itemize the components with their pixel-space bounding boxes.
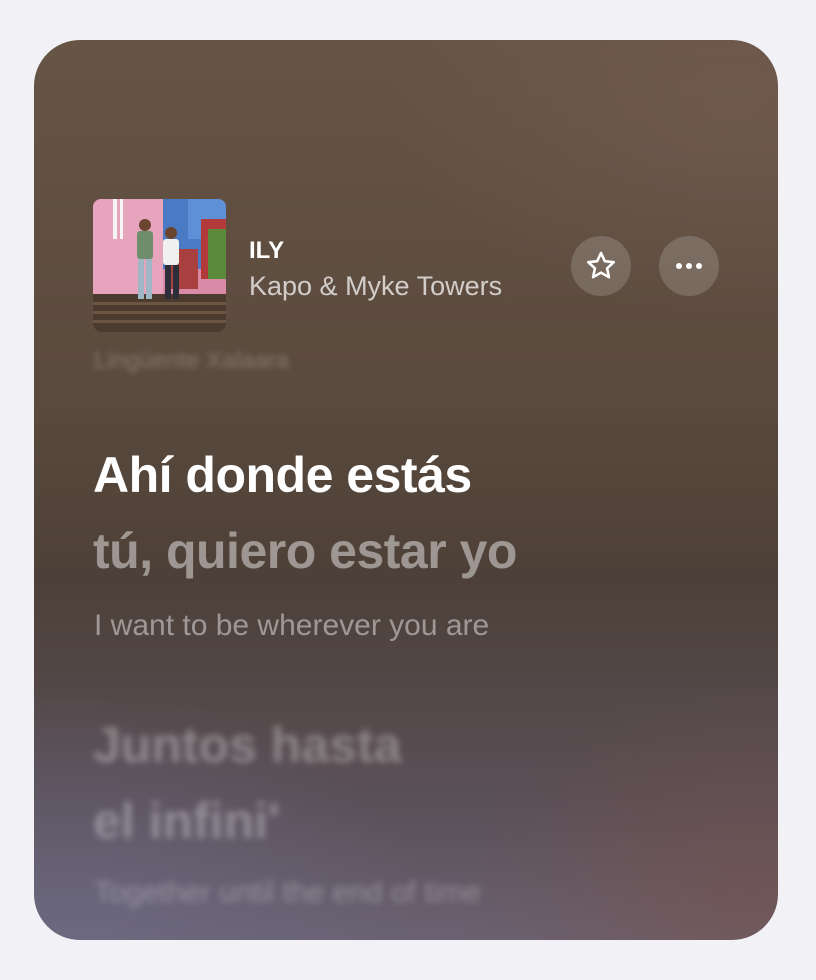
album-artwork[interactable]: [93, 199, 226, 332]
upcoming-lyric-line-continued[interactable]: el infini': [93, 792, 280, 850]
current-lyric-translation: I want to be wherever you are: [94, 609, 490, 642]
current-lyric-line-continued[interactable]: tú, quiero estar yo: [93, 522, 517, 580]
album-artwork-image: [93, 199, 226, 332]
song-artist[interactable]: Kapo & Myke Towers: [249, 271, 502, 302]
lyrics-card: ILY Kapo & Myke Towers Lingüente Xalaara…: [34, 40, 778, 940]
upcoming-lyric-line[interactable]: Juntos hasta: [93, 716, 401, 774]
more-horizontal-icon: [676, 263, 702, 269]
current-lyric-line[interactable]: Ahí donde estás: [93, 446, 472, 504]
star-icon: [586, 251, 616, 279]
upcoming-lyric-translation: Together until the end of time: [94, 876, 481, 909]
song-title: ILY: [249, 237, 285, 264]
previous-lyric-line: Lingüente Xalaara: [94, 347, 289, 374]
favorite-button[interactable]: [571, 236, 631, 296]
more-options-button[interactable]: [659, 236, 719, 296]
